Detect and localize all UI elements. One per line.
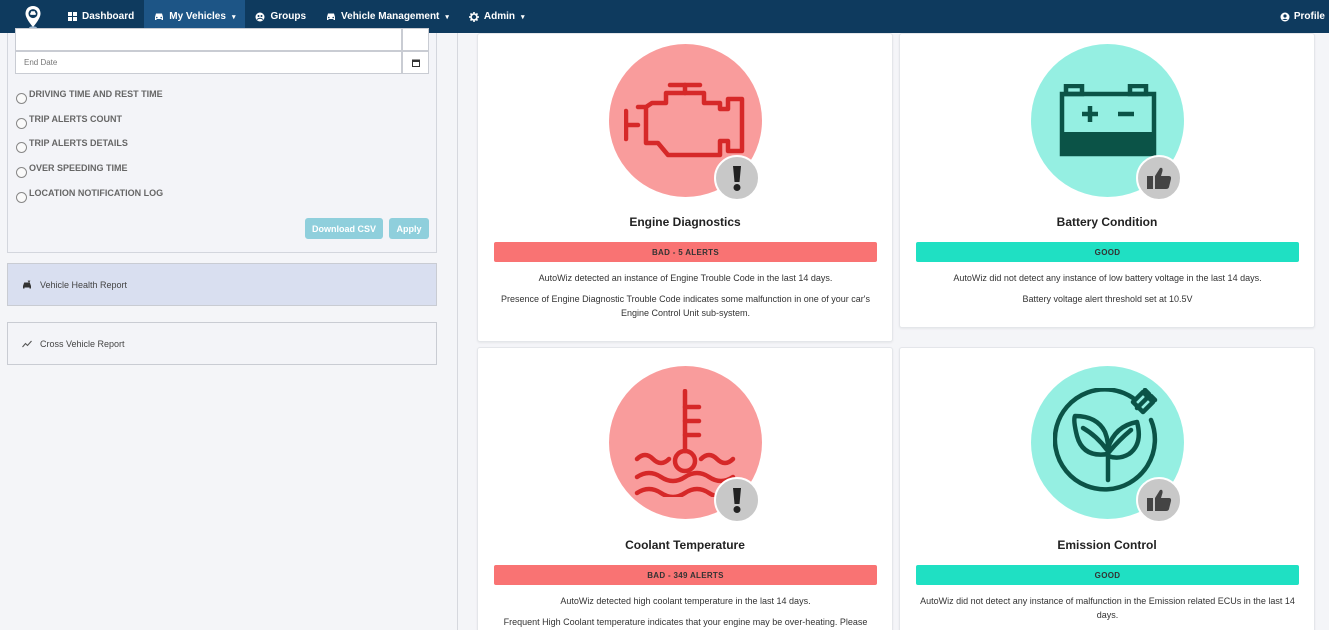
battery-condition-card: Battery Condition GOOD AutoWiz did not d… [899, 33, 1315, 328]
car-icon [155, 13, 164, 20]
warning-badge [714, 155, 760, 201]
panel-divider [457, 33, 458, 630]
user-circle-icon [1280, 12, 1290, 21]
nav-profile[interactable]: Profile [1280, 0, 1325, 33]
report-option-trip-alerts-details[interactable]: TRIP ALERTS DETAILS [16, 138, 128, 153]
status-badge: GOOD [916, 565, 1299, 585]
groups-icon [255, 12, 265, 21]
status-badge: BAD - 5 ALERTS [494, 242, 877, 262]
report-option-location-log[interactable]: LOCATION NOTIFICATION LOG [16, 188, 163, 203]
start-date-field[interactable] [15, 28, 402, 51]
download-csv-button[interactable]: Download CSV [305, 218, 383, 239]
radio-button[interactable] [16, 192, 27, 203]
chevron-down-icon: ▾ [445, 13, 449, 21]
car-icon [327, 13, 336, 20]
nav-vehicle-management-label: Vehicle Management [341, 11, 440, 22]
report-option-label: TRIP ALERTS COUNT [29, 114, 123, 124]
report-option-over-speeding[interactable]: OVER SPEEDING TIME [16, 163, 128, 178]
report-option-driving-time[interactable]: DRIVING TIME AND REST TIME [16, 89, 163, 104]
cross-vehicle-report-tab[interactable]: Cross Vehicle Report [7, 322, 437, 365]
nav-my-vehicles-label: My Vehicles [169, 11, 226, 22]
thumbs-up-badge [1136, 477, 1182, 523]
emission-control-card: Emission Control GOOD AutoWiz did not de… [899, 347, 1315, 630]
chevron-down-icon: ▾ [521, 13, 525, 21]
card-description-detail: Frequent High Coolant temperature indica… [503, 617, 868, 627]
radio-button[interactable] [16, 142, 27, 153]
exclamation-icon [733, 488, 741, 513]
battery-icon [1059, 83, 1156, 156]
report-option-label: TRIP ALERTS DETAILS [29, 138, 128, 148]
chevron-down-icon: ▾ [231, 13, 236, 21]
coolant-temperature-card: Coolant Temperature BAD - 349 ALERTS Aut… [477, 347, 893, 630]
report-option-trip-alerts-count[interactable]: TRIP ALERTS COUNT [16, 114, 122, 129]
radio-button[interactable] [16, 93, 27, 104]
card-title: Engine Diagnostics [629, 215, 741, 229]
card-description: AutoWiz detected high coolant temperatur… [560, 596, 811, 606]
card-title: Emission Control [1057, 538, 1157, 552]
cross-vehicle-report-label: Cross Vehicle Report [40, 338, 125, 349]
radio-button[interactable] [16, 118, 27, 129]
card-description-detail: Presence of Engine Diagnostic Trouble Co… [501, 294, 870, 318]
radio-button[interactable] [16, 167, 27, 178]
card-description-detail: Battery voltage alert threshold set at 1… [1022, 294, 1193, 304]
dashboard-icon [68, 12, 77, 21]
warning-badge [714, 477, 760, 523]
report-filter-panel: End Date DRIVING TIME AND REST TIME TRIP… [7, 28, 437, 253]
thumbs-up-icon [1147, 489, 1172, 511]
card-description: AutoWiz detected an instance of Engine T… [538, 273, 833, 283]
engine-icon [623, 82, 744, 157]
card-title: Battery Condition [1056, 215, 1158, 229]
exclamation-icon [733, 166, 741, 191]
card-description: AutoWiz did not detect any instance of l… [953, 273, 1262, 283]
report-option-label: DRIVING TIME AND REST TIME [29, 89, 163, 99]
car-health-icon [23, 279, 31, 288]
end-date-picker-button[interactable] [402, 51, 429, 74]
card-title: Coolant Temperature [625, 538, 745, 552]
start-date-picker-button[interactable] [402, 28, 429, 51]
apply-button[interactable]: Apply [389, 218, 429, 239]
nav-groups-label: Groups [270, 11, 307, 22]
end-date-field[interactable]: End Date [15, 51, 402, 74]
report-option-label: OVER SPEEDING TIME [29, 163, 128, 173]
nav-profile-label: Profile [1293, 11, 1325, 22]
thumbs-up-badge [1136, 155, 1182, 201]
status-badge: GOOD [916, 242, 1299, 262]
nav-dashboard-label: Dashboard [82, 11, 135, 22]
line-chart-icon [22, 340, 32, 347]
thumbs-up-icon [1147, 167, 1172, 189]
nav-admin[interactable]: Admin ▾ [459, 0, 535, 33]
gear-icon [468, 11, 479, 22]
card-description: AutoWiz did not detect any instance of m… [920, 596, 1295, 620]
vehicle-health-report-label: Vehicle Health Report [40, 279, 128, 290]
calendar-icon [411, 59, 420, 67]
status-badge: BAD - 349 ALERTS [494, 565, 877, 585]
nav-admin-label: Admin [483, 11, 516, 22]
coolant-thermometer-icon [634, 388, 735, 497]
end-date-placeholder: End Date [24, 58, 58, 67]
vehicle-health-report-tab[interactable]: Vehicle Health Report [7, 263, 437, 306]
location-pin-logo-icon [25, 5, 41, 28]
report-option-label: LOCATION NOTIFICATION LOG [29, 188, 164, 198]
engine-diagnostics-card: Engine Diagnostics BAD - 5 ALERTS AutoWi… [477, 33, 893, 342]
